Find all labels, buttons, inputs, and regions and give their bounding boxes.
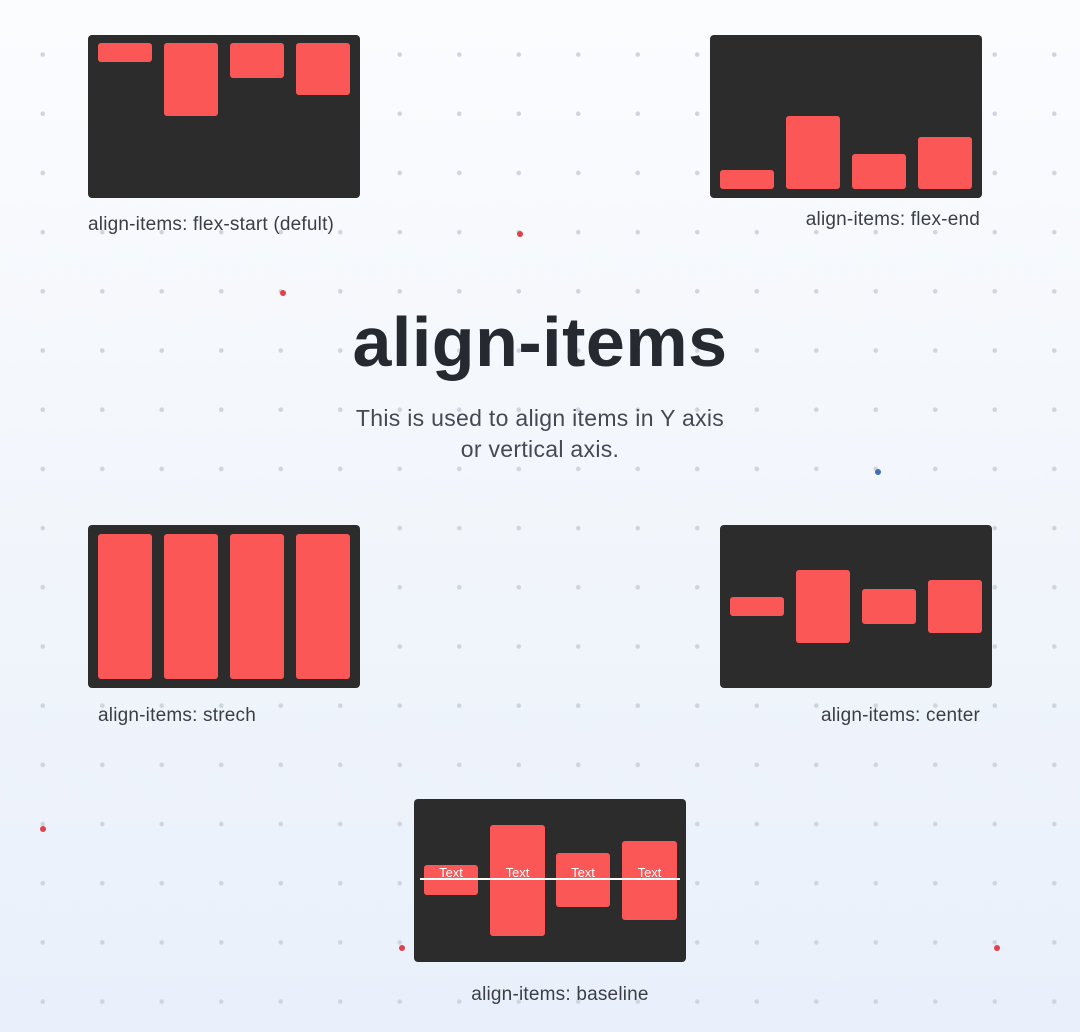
baseline-guide-line: [420, 878, 680, 880]
flex-item: [730, 597, 784, 616]
flex-item: Text: [622, 841, 677, 920]
flex-item: [852, 154, 906, 189]
accent-dot: [517, 231, 523, 237]
flex-item: [230, 43, 284, 78]
flex-end-caption: align-items: flex-end: [805, 209, 980, 230]
flex-item: [720, 170, 774, 189]
flex-item: [296, 43, 350, 95]
flex-item: [296, 534, 350, 679]
center-container: [720, 525, 992, 688]
accent-dot: [994, 945, 1000, 951]
flex-item: [98, 43, 152, 62]
flex-end-container: [710, 35, 982, 198]
accent-dot: [875, 469, 881, 475]
flex-start-caption: align-items: flex-start (defult): [88, 214, 335, 235]
accent-dot: [40, 826, 46, 832]
flex-item: [98, 534, 152, 679]
page-title: align-items: [352, 303, 728, 381]
stretch-container: [88, 525, 360, 688]
description-line-1: This is used to align items in Y axis: [355, 405, 725, 431]
flex-item: [230, 534, 284, 679]
flex-item: [164, 43, 218, 116]
baseline-caption: align-items: baseline: [471, 984, 649, 1005]
flex-item: [862, 589, 916, 624]
flex-item: Text: [424, 865, 478, 895]
flex-item: [164, 534, 218, 679]
flex-item: [928, 580, 982, 633]
flex-item: [786, 116, 840, 189]
accent-dot: [399, 945, 405, 951]
center-caption: align-items: center: [820, 705, 980, 726]
flex-item: Text: [556, 853, 610, 907]
accent-dot: [280, 290, 286, 296]
flex-item: Text: [490, 825, 545, 936]
description-line-2: or vertical axis.: [460, 436, 620, 462]
flex-item: [918, 137, 972, 189]
baseline-container: Text Text Text Text: [414, 799, 686, 962]
stretch-caption: align-items: strech: [98, 705, 256, 726]
flex-start-container: [88, 35, 360, 198]
flex-item: [796, 570, 850, 643]
